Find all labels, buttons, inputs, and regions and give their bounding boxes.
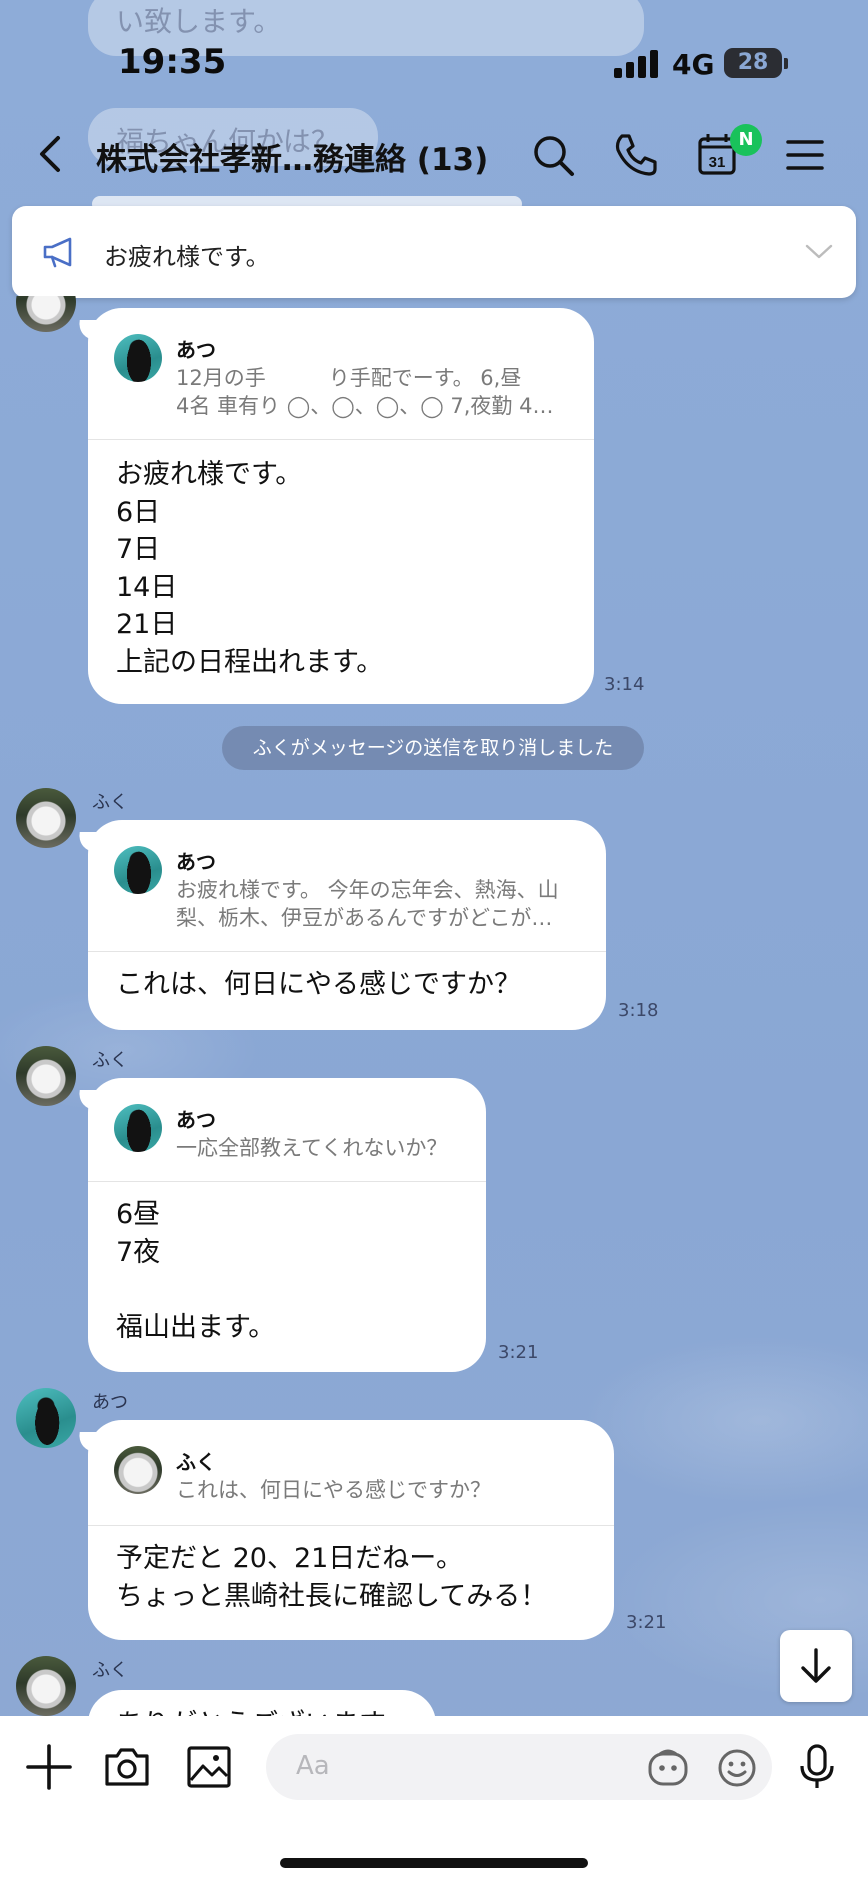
reply-sender: あつ: [176, 850, 216, 874]
announcement-banner[interactable]: お疲れ様です。: [12, 206, 856, 298]
reply-preview[interactable]: あつ 一応全部教えてくれないか？: [88, 1078, 486, 1182]
reply-text: これは、何日にやる感じですか？: [176, 1478, 491, 1502]
message-text: 6昼 7夜 福山出ます。: [116, 1199, 276, 1343]
announcement-text: お疲れ様です。: [104, 243, 270, 271]
sender-name: あつ: [92, 1392, 128, 1413]
avatar[interactable]: [16, 1046, 76, 1106]
status-bar: 19:35 4G 28: [0, 0, 868, 100]
plus-icon[interactable]: [22, 1740, 76, 1794]
back-icon[interactable]: [30, 132, 74, 176]
system-notice: ふくがメッセージの送信を取り消しました: [222, 726, 644, 770]
phone-icon[interactable]: [610, 130, 660, 180]
scroll-to-bottom-button[interactable]: [780, 1630, 852, 1702]
avatar[interactable]: [16, 788, 76, 848]
battery-icon: 28: [724, 48, 782, 78]
image-icon[interactable]: [182, 1740, 236, 1794]
home-indicator: [280, 1858, 588, 1868]
reply-avatar: [114, 1104, 162, 1152]
reply-sender: あつ: [176, 338, 216, 362]
message-time: 3:21: [626, 1612, 667, 1633]
message-time: 3:18: [618, 1000, 659, 1021]
message-bubble[interactable]: あつ お疲れ様です。 今年の忘年会、熱海、山 梨、栃木、伊豆があるんですがどこが…: [88, 820, 606, 1030]
status-time: 19:35: [118, 42, 227, 82]
reply-text: 12月の手 り手配でーす。 6,昼 4名 車有り ◯、◯、◯、◯ 7,夜勤 4…: [176, 366, 554, 418]
message-bubble[interactable]: あつ 12月の手 り手配でーす。 6,昼 4名 車有り ◯、◯、◯、◯ 7,夜勤…: [88, 308, 594, 704]
reply-preview[interactable]: あつ 12月の手 り手配でーす。 6,昼 4名 車有り ◯、◯、◯、◯ 7,夜勤…: [88, 308, 594, 440]
reply-preview[interactable]: ふく これは、何日にやる感じですか？: [88, 1420, 614, 1526]
search-icon[interactable]: [528, 130, 578, 180]
megaphone-icon: [43, 237, 72, 268]
message-input[interactable]: Aa: [266, 1734, 772, 1800]
arrow-down-icon: [801, 1648, 831, 1683]
reply-sender: ふく: [176, 1450, 216, 1474]
reply-text: お疲れ様です。 今年の忘年会、熱海、山 梨、栃木、伊豆があるんですがどこが…: [176, 878, 559, 930]
message-text: これは、何日にやる感じですか？: [116, 969, 521, 1000]
input-bar: Aa: [0, 1716, 868, 1886]
sticker-icon[interactable]: [646, 1748, 690, 1788]
chat-header: 株式会社孝新…務連絡 (13) 31 N: [0, 110, 868, 200]
message-bubble[interactable]: あつ 一応全部教えてくれないか？ 6昼 7夜 福山出ます。: [88, 1078, 486, 1372]
chat-title[interactable]: 株式会社孝新…務連絡 (13): [96, 134, 488, 179]
sender-name: ふく: [92, 1660, 128, 1681]
reply-preview[interactable]: あつ お疲れ様です。 今年の忘年会、熱海、山 梨、栃木、伊豆があるんですがどこが…: [88, 820, 606, 952]
sender-name: ふく: [92, 792, 128, 813]
avatar[interactable]: [16, 1656, 76, 1716]
new-badge: N: [730, 124, 762, 156]
reply-avatar: [114, 1446, 162, 1494]
message-bubble[interactable]: ふく これは、何日にやる感じですか？ 予定だと 20、21日だねー。 ちょっと黒…: [88, 1420, 614, 1640]
calendar-day: 31: [709, 154, 726, 171]
message-time: 3:14: [604, 674, 645, 695]
reply-avatar: [114, 334, 162, 382]
message-text: お疲れ様です。 6日 7日 14日 21日 上記の日程出れます。: [116, 459, 384, 678]
microphone-icon[interactable]: [790, 1740, 844, 1794]
message-text: 予定だと 20、21日だねー。 ちょっと黒崎社長に確認してみる！: [116, 1543, 548, 1612]
camera-icon[interactable]: [100, 1740, 154, 1794]
signal-icon: [614, 50, 658, 78]
reply-text: 一応全部教えてくれないか？: [176, 1136, 448, 1160]
reply-sender: あつ: [176, 1108, 216, 1132]
avatar[interactable]: [16, 1388, 76, 1448]
menu-icon[interactable]: [780, 130, 830, 180]
sender-name: ふく: [92, 1050, 128, 1071]
battery-tip: [784, 58, 788, 69]
chevron-down-icon[interactable]: [804, 242, 834, 262]
message-time: 3:21: [498, 1342, 539, 1363]
network-type: 4G: [672, 48, 715, 81]
emoji-icon[interactable]: [716, 1747, 758, 1789]
message-input-placeholder: Aa: [296, 1751, 330, 1781]
reply-avatar: [114, 846, 162, 894]
